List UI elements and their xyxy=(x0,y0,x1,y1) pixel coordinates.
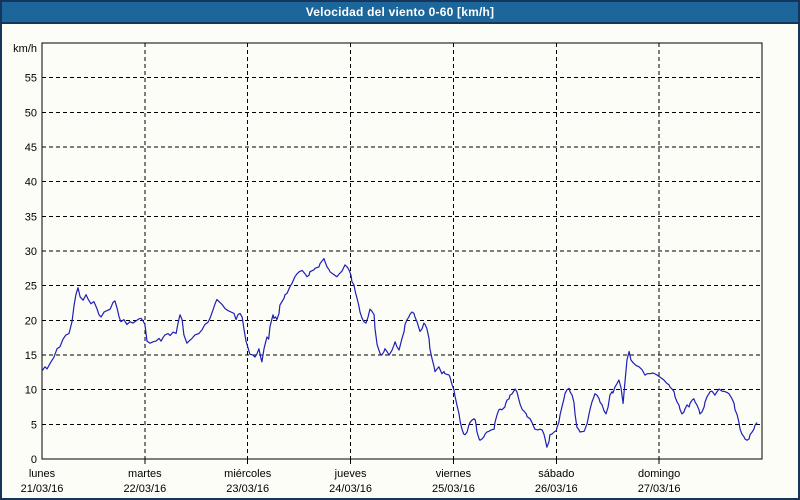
y-tick-label: 35 xyxy=(25,211,37,223)
y-tick-label: 45 xyxy=(25,142,37,154)
wind-speed-line xyxy=(42,259,757,448)
wind-speed-chart: 0 5 10 15 20 25 30 35 40 45 50 55 km/h lunes 21/03/16 m… xyxy=(4,24,800,500)
x-day-label: miércoles xyxy=(224,468,272,480)
y-tick-label: 40 xyxy=(25,177,37,189)
y-tick-label: 10 xyxy=(25,385,37,397)
x-day-label: lunes xyxy=(29,468,56,480)
x-date-label: 23/03/16 xyxy=(226,483,269,495)
y-tick-label: 55 xyxy=(25,73,37,85)
y-tick-label: 0 xyxy=(31,454,37,466)
x-day-label: sábado xyxy=(538,468,574,480)
y-tick-label: 30 xyxy=(25,246,37,258)
x-day-label: domingo xyxy=(638,468,680,480)
x-day-label: jueves xyxy=(334,468,367,480)
window-titlebar: Velocidad del viento 0-60 [km/h] xyxy=(2,2,798,24)
app-window: Velocidad del viento 0-60 [km/h] 0 5 10 15 2… xyxy=(0,0,800,500)
chart-area: 0 5 10 15 20 25 30 35 40 45 50 55 km/h lunes 21/03/16 m… xyxy=(4,24,800,500)
y-tick-label: 15 xyxy=(25,350,37,362)
y-axis-unit-label: km/h xyxy=(13,43,37,55)
y-tick-label: 50 xyxy=(25,107,37,119)
x-date-label: 24/03/16 xyxy=(329,483,372,495)
x-date-label: 25/03/16 xyxy=(432,483,475,495)
y-tick-label: 5 xyxy=(31,419,37,431)
x-date-label: 22/03/16 xyxy=(123,483,166,495)
chart-title: Velocidad del viento 0-60 [km/h] xyxy=(306,5,494,19)
x-day-label: martes xyxy=(128,468,162,480)
y-tick-label: 20 xyxy=(25,315,37,327)
x-date-label: 27/03/16 xyxy=(638,483,681,495)
y-tick-label: 25 xyxy=(25,281,37,293)
x-date-label: 26/03/16 xyxy=(535,483,578,495)
x-date-label: 21/03/16 xyxy=(21,483,64,495)
x-day-label: viernes xyxy=(436,468,472,480)
